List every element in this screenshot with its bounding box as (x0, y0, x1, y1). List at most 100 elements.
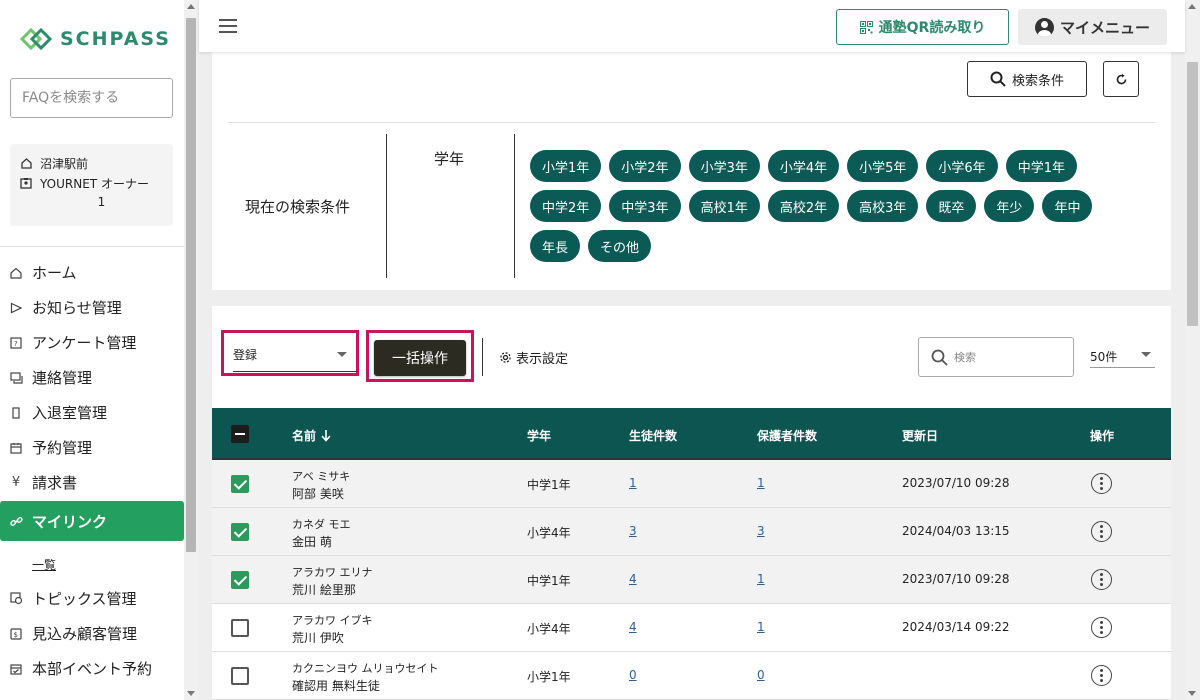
display-settings-button[interactable]: 表示設定 (499, 348, 568, 367)
calendar-icon (9, 441, 23, 455)
students-header: 生徒件数 (629, 429, 678, 443)
current-conditions-label: 現在の検索条件 (245, 198, 351, 216)
bulk-action-button[interactable]: 一括操作 (374, 340, 466, 376)
sidebar-item-invoices[interactable]: ¥ 請求書 (0, 465, 184, 500)
main-scrollbar[interactable] (1185, 0, 1200, 700)
register-select-value: 登録 (233, 348, 258, 362)
my-menu-button[interactable]: マイメニュー (1018, 9, 1167, 45)
sidebar-item-label: 請求書 (32, 474, 78, 492)
more-options-icon[interactable] (1091, 521, 1112, 542)
grade-cell: 小学1年 (527, 670, 571, 684)
door-icon (9, 406, 23, 420)
grade-cell: 小学4年 (527, 526, 571, 540)
grade-chip[interactable]: 高校1年 (688, 190, 760, 222)
sidebar-item-notices[interactable]: お知らせ管理 (0, 290, 184, 325)
guardians-count-link[interactable]: 1 (757, 572, 765, 586)
updated-cell: 2023/07/10 09:28 (902, 572, 1010, 586)
sidebar-item-contacts[interactable]: 連絡管理 (0, 360, 184, 395)
top-header: 通塾QR読み取り マイメニュー (199, 0, 1185, 52)
register-select[interactable]: 登録 (221, 330, 359, 376)
row-checkbox[interactable] (231, 475, 249, 493)
grade-chip[interactable]: 小学1年 (530, 150, 602, 182)
students-count-link[interactable]: 3 (629, 524, 637, 538)
grade-chip[interactable]: 小学2年 (609, 150, 681, 182)
table-row: カクニンヨウ ムリョウセイト 確認用 無料生徒 小学1年 0 0 (212, 652, 1171, 700)
guardians-count-link[interactable]: 1 (757, 476, 765, 490)
guardians-count-link[interactable]: 0 (757, 668, 765, 682)
name-kana: アベ ミサキ (292, 470, 351, 483)
guardians-count-link[interactable]: 3 (757, 524, 765, 538)
scroll-up-icon[interactable] (1188, 4, 1196, 9)
grade-chip[interactable]: 年中 (1042, 190, 1093, 222)
row-checkbox[interactable] (231, 619, 249, 637)
list-panel: 登録 一括操作 表示設定 検索 50件 名前 学年 生徒件数 保護者件数 更新日… (212, 306, 1171, 700)
row-checkbox[interactable] (231, 523, 249, 541)
name-kanji: 金田 萌 (292, 535, 332, 549)
scroll-thumb[interactable] (1187, 62, 1198, 326)
students-count-link[interactable]: 4 (629, 620, 637, 634)
prospect-icon: $ (9, 627, 23, 641)
divider (482, 338, 483, 376)
sidebar-item-label: お知らせ管理 (32, 299, 122, 317)
sidebar-item-entry-exit[interactable]: 入退室管理 (0, 395, 184, 430)
grade-chips: 小学1年 小学2年 小学3年 小学4年 小学5年 小学6年 中学1年 中学2年 … (530, 150, 1118, 262)
schpass-logo[interactable]: SCHPASS (18, 26, 171, 52)
home-icon (9, 266, 23, 280)
more-options-icon[interactable] (1091, 617, 1112, 638)
row-checkbox[interactable] (231, 667, 249, 685)
grade-chip[interactable]: 小学5年 (847, 150, 919, 182)
students-count-link[interactable]: 1 (629, 476, 637, 490)
hamburger-menu-icon[interactable] (219, 19, 237, 33)
sidebar-item-home[interactable]: ホーム (0, 255, 184, 290)
students-count-link[interactable]: 0 (629, 668, 637, 682)
grade-chip[interactable]: 小学4年 (767, 150, 840, 182)
qr-scan-button[interactable]: 通塾QR読み取り (836, 9, 1009, 45)
grade-chip[interactable]: 既卒 (926, 190, 977, 222)
grade-chip[interactable]: 中学3年 (609, 190, 681, 222)
per-page-select[interactable]: 50件 (1090, 346, 1155, 368)
gear-icon (500, 352, 511, 363)
sidebar-item-reservations[interactable]: 予約管理 (0, 430, 184, 465)
name-kanji: 荒川 伊吹 (292, 631, 344, 645)
sidebar-item-topics[interactable]: トピックス管理 (0, 581, 184, 616)
sidebar-item-surveys[interactable]: ? アンケート管理 (0, 325, 184, 360)
sidebar-subitem-list[interactable]: 一覧 (0, 549, 184, 579)
grade-chip[interactable]: 小学6年 (926, 150, 998, 182)
divider (228, 122, 1155, 123)
refresh-button[interactable] (1103, 61, 1139, 97)
sidebar-scrollbar[interactable] (184, 0, 198, 700)
grade-chip[interactable]: 年長 (530, 230, 581, 262)
more-options-icon[interactable] (1091, 569, 1112, 590)
name-header-label: 名前 (292, 429, 317, 443)
grade-chip[interactable]: 高校2年 (767, 190, 840, 222)
divider (0, 246, 184, 247)
grade-chip[interactable]: 中学1年 (1005, 150, 1077, 182)
students-count-link[interactable]: 4 (629, 572, 637, 586)
grade-chip[interactable]: 年少 (984, 190, 1035, 222)
scroll-up-icon[interactable] (187, 4, 195, 9)
search-conditions-button[interactable]: 検索条件 (967, 61, 1087, 97)
scroll-thumb[interactable] (186, 18, 196, 552)
search-input[interactable]: 検索 (918, 337, 1074, 377)
row-checkbox[interactable] (231, 571, 249, 589)
grade-chip[interactable]: その他 (588, 230, 652, 262)
guardians-count-link[interactable]: 1 (757, 620, 765, 634)
sort-by-name-header[interactable]: 名前 (292, 427, 332, 444)
faq-search-input[interactable] (10, 78, 173, 118)
sidebar-item-hq-events[interactable]: 本部イベント予約 (0, 651, 184, 686)
org-info: 沼津駅前 YOURNET オーナー 1 (10, 144, 173, 226)
scroll-down-icon[interactable] (1188, 691, 1196, 696)
scroll-down-icon[interactable] (187, 691, 195, 696)
more-options-icon[interactable] (1091, 473, 1112, 494)
grade-header: 学年 (527, 429, 552, 443)
sidebar: SCHPASS 沼津駅前 YOURNET オーナー 1 ホーム お知らせ管理 ? (0, 0, 198, 700)
grade-chip[interactable]: 高校3年 (847, 190, 919, 222)
more-options-icon[interactable] (1091, 665, 1112, 686)
grade-chip[interactable]: 中学2年 (530, 190, 602, 222)
sidebar-item-prospects[interactable]: $ 見込み顧客管理 (0, 616, 184, 651)
sidebar-item-mylink[interactable]: マイリンク (0, 501, 184, 541)
select-all-checkbox[interactable] (231, 425, 249, 443)
sidebar-item-label: マイリンク (32, 512, 108, 531)
grade-chip[interactable]: 小学3年 (688, 150, 760, 182)
sidebar-item-label: 連絡管理 (32, 369, 93, 387)
